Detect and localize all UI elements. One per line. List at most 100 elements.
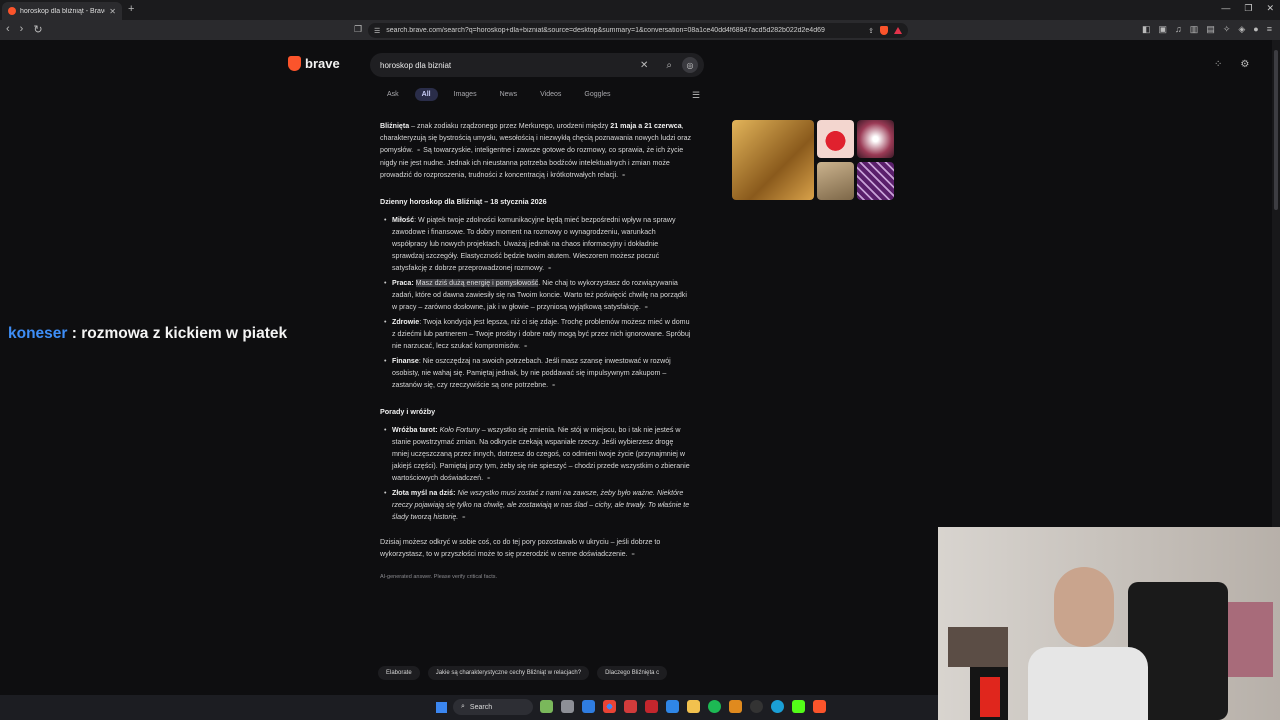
back-icon[interactable]: ‹: [6, 23, 10, 36]
followup-chip[interactable]: Elaborate: [378, 666, 420, 680]
heart-image[interactable]: [817, 120, 854, 158]
obs-icon[interactable]: [750, 700, 763, 713]
forward-icon[interactable]: ›: [20, 23, 24, 36]
item-italic: Koło Fortuny: [439, 426, 480, 434]
brave-lion-icon: [288, 56, 301, 71]
ask-ai-icon[interactable]: ◎: [682, 57, 698, 73]
search-icon: ⌕: [461, 703, 465, 710]
citation-link-icon[interactable]: ⚭: [631, 552, 636, 558]
citation-link-icon[interactable]: ⚭: [644, 305, 649, 311]
citation-link-icon[interactable]: ⚭: [461, 515, 466, 521]
citation-link-icon[interactable]: ⚭: [551, 383, 556, 389]
list-item: Złota myśl na dziś: Nie wszystko musi zo…: [384, 487, 692, 524]
share-icon[interactable]: ⇪: [868, 27, 874, 35]
widgets-icon[interactable]: [540, 700, 553, 713]
chrome-icon[interactable]: [603, 700, 616, 713]
media-icon[interactable]: ♫: [1175, 24, 1182, 35]
windows-start-icon[interactable]: [436, 702, 447, 713]
settings-gear-icon[interactable]: ⚙: [1240, 59, 1249, 70]
tab-images[interactable]: Images: [447, 88, 484, 101]
citation-link-icon[interactable]: ⚭: [523, 344, 528, 350]
menu-icon[interactable]: ≡: [1267, 24, 1272, 35]
brave-shields-icon[interactable]: [880, 26, 888, 35]
crystal-image[interactable]: [857, 120, 894, 158]
tab-title: horoskop dla bliźniąt - Brave Sea: [20, 7, 105, 15]
search-input[interactable]: horoskop dla bizniat: [380, 61, 640, 70]
restore-icon[interactable]: ❐: [1244, 3, 1252, 14]
task-view-icon[interactable]: [561, 700, 574, 713]
intro-text-1: – znak zodiaku rządzonego przez Merkureg…: [409, 122, 611, 130]
taskbar-search-label: Search: [469, 703, 493, 711]
store-icon[interactable]: [666, 700, 679, 713]
item-label: Złota myśl na dziś: [392, 489, 454, 497]
new-tab-button[interactable]: +: [128, 3, 134, 15]
edge-icon[interactable]: [771, 700, 784, 713]
address-bar[interactable]: ☰ search.brave.com/search?q=horoskop+dla…: [368, 23, 908, 38]
vpn-icon[interactable]: ◈: [1238, 24, 1245, 35]
daily-heading: Dzienny horoskop dla Bliźniąt – 18 stycz…: [380, 197, 547, 206]
kick-app-icon[interactable]: [792, 700, 805, 713]
edit-app-icon[interactable]: [582, 700, 595, 713]
followup-suggestions: Elaborate Jakie są charakterystyczne cec…: [378, 666, 668, 680]
daily-list: Miłość: W piątek twoje zdolności komunik…: [380, 214, 692, 392]
browser-toolbar: ‹ › ↻ ❐ ☰ search.brave.com/search?q=horo…: [0, 20, 1280, 40]
minimize-icon[interactable]: —: [1221, 3, 1230, 14]
list-item: Praca: Masz dziś dużą energię i pomysłow…: [384, 277, 692, 314]
item-text: – wszystko się zmienia. Nie stój w miejs…: [392, 426, 690, 482]
tab-goggles[interactable]: Goggles: [577, 88, 617, 101]
browser-tab[interactable]: horoskop dla bliźniąt - Brave Sea ✕: [2, 2, 122, 20]
stream-title-overlay: koneser : rozmowa z kickiem w piatek: [8, 325, 287, 343]
close-window-icon[interactable]: ✕: [1266, 3, 1274, 14]
highlighted-text: Masz dziś dużą energię i pomysłowość: [415, 279, 539, 287]
tab-ask[interactable]: Ask: [380, 88, 406, 101]
citation-link-icon[interactable]: ⚭: [621, 173, 626, 179]
tab-videos[interactable]: Videos: [533, 88, 568, 101]
tips-list: Wróżba tarot: Koło Fortuny – wszystko si…: [380, 424, 692, 524]
brave-logo[interactable]: brave: [288, 56, 340, 71]
l-app-icon[interactable]: [645, 700, 658, 713]
app-icon[interactable]: [729, 700, 742, 713]
citation-link-icon[interactable]: ⚭: [547, 266, 552, 272]
extension-icon[interactable]: ◧: [1142, 24, 1151, 35]
sidebar-icon[interactable]: ▥: [1190, 24, 1199, 35]
wallet-icon[interactable]: ▣: [1159, 24, 1168, 35]
leo-icon[interactable]: ✧: [1223, 24, 1231, 35]
profile-icon[interactable]: ●: [1253, 24, 1258, 35]
clear-icon[interactable]: ✕: [640, 60, 648, 71]
filter-icon[interactable]: ☰: [692, 90, 700, 101]
closing-text: Dzisiaj możesz odkryć w sobie coś, co do…: [380, 538, 661, 558]
page-tools: ⁘ ⚙: [1214, 59, 1249, 70]
bookmark-icon[interactable]: ❐: [354, 24, 362, 35]
streamer-name: koneser: [8, 325, 68, 342]
coins-image[interactable]: [732, 120, 814, 200]
citation-link-icon[interactable]: ⚭: [486, 476, 491, 482]
list-item: Miłość: W piątek twoje zdolności komunik…: [384, 214, 692, 275]
taskbar-search[interactable]: ⌕ Search: [453, 699, 533, 715]
reading-list-icon[interactable]: ▤: [1206, 24, 1215, 35]
spotify-icon[interactable]: [708, 700, 721, 713]
pattern-image[interactable]: [857, 162, 894, 200]
site-settings-icon[interactable]: ☰: [374, 27, 380, 35]
stream-topic: : rozmowa z kickiem w piatek: [67, 325, 288, 342]
url-text[interactable]: search.brave.com/search?q=horoskop+dla+b…: [386, 27, 862, 34]
window-controls: — ❐ ✕: [1221, 3, 1274, 14]
tab-all[interactable]: All: [414, 88, 438, 101]
gaming-app-icon[interactable]: [624, 700, 637, 713]
search-icon[interactable]: ⌕: [666, 60, 672, 71]
reload-icon[interactable]: ↻: [33, 23, 42, 36]
followup-chip[interactable]: Jakie są charakterystyczne cechy Bliźnią…: [427, 666, 590, 680]
close-tab-icon[interactable]: ✕: [109, 7, 116, 16]
tips-heading: Porady i wróżby: [380, 407, 436, 416]
followup-chip[interactable]: Dlaczego Bliźnięta c: [597, 666, 668, 680]
map-image[interactable]: [817, 162, 854, 200]
file-explorer-icon[interactable]: [687, 700, 700, 713]
tab-news[interactable]: News: [493, 88, 525, 101]
scrollbar-thumb[interactable]: [1274, 50, 1278, 210]
webcam-overlay: [938, 527, 1280, 720]
search-box[interactable]: horoskop dla bizniat ✕ ⌕ ◎: [370, 53, 704, 77]
webcam-pc-light: [980, 677, 1000, 717]
brave-rewards-icon[interactable]: [894, 27, 902, 34]
customize-icon[interactable]: ⁘: [1214, 59, 1222, 70]
ai-disclaimer: AI-generated answer. Please verify criti…: [380, 574, 498, 580]
brave-taskbar-icon[interactable]: [813, 700, 826, 713]
